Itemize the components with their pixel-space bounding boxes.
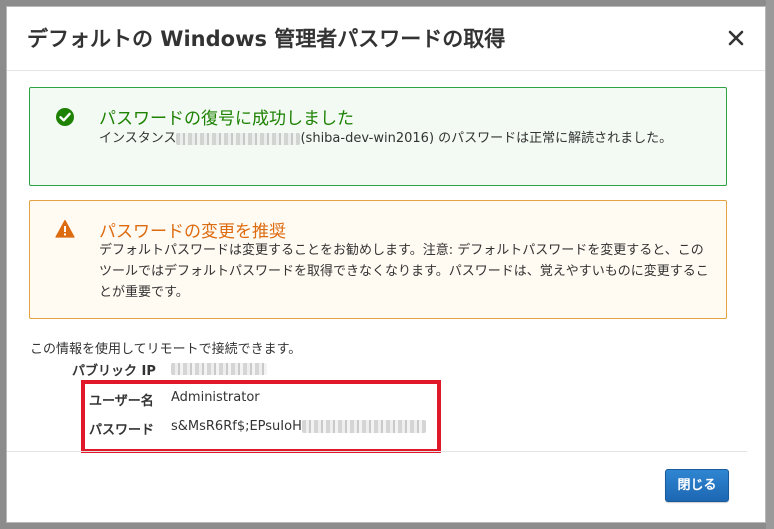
warning-triangle-icon [55,219,75,239]
public-ip-label: パブリック IP [72,364,156,379]
warning-alert: パスワードの変更を推奨 デフォルトパスワードは変更することをお勧めします。注意:… [29,200,727,319]
dialog-title: デフォルトの Windows 管理者パスワードの取得 [27,27,506,51]
close-button[interactable]: 閉じる [665,469,729,502]
warning-message: デフォルトパスワードは変更することをお勧めします。注意: デフォルトパスワードを… [99,243,709,300]
redacted-public-ip [171,362,267,375]
credentials-highlight [81,380,441,453]
warning-heading: パスワードの変更を推奨 [99,222,286,242]
close-icon[interactable] [725,27,747,49]
connection-intro: この情報を使用してリモートで接続できます。 [30,342,302,357]
success-message-prefix: インスタンス [99,131,177,146]
dialog-header: デフォルトの Windows 管理者パスワードの取得 [7,7,765,71]
public-ip-value [171,361,267,376]
success-message: インスタンス (shiba-dev-win2016) のパスワードは正常に解読され… [99,128,709,149]
success-message-suffix: (shiba-dev-win2016) のパスワードは正常に解読されました。 [300,131,673,146]
page-backdrop [766,0,774,529]
get-windows-password-dialog: デフォルトの Windows 管理者パスワードの取得 パスワードの復号に成功しま… [6,6,766,523]
success-heading: パスワードの復号に成功しました [99,109,354,129]
redacted-instance-id [176,132,301,145]
check-circle-icon [55,107,75,127]
success-alert: パスワードの復号に成功しました インスタンス (shiba-dev-win2016… [29,87,727,186]
footer-divider [7,451,747,452]
